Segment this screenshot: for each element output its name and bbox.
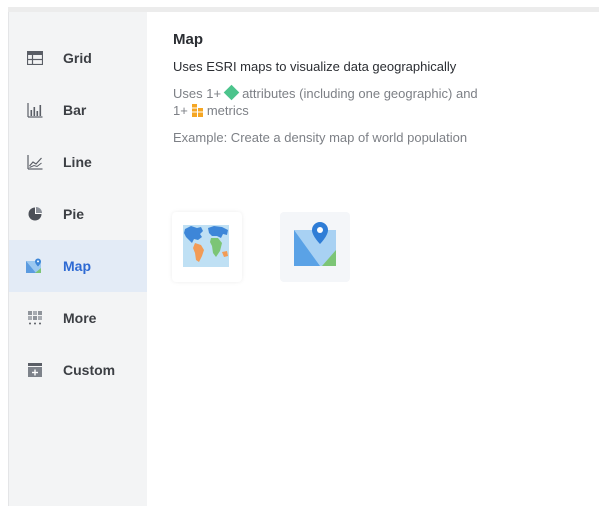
visualization-title: Map	[173, 31, 203, 48]
world-map-icon	[181, 220, 233, 275]
grid-icon	[26, 49, 44, 67]
requirements-metrics: metrics	[206, 103, 249, 118]
more-icon	[26, 309, 44, 327]
metric-icon	[191, 104, 203, 121]
sidebar-item-label: More	[63, 310, 97, 326]
sidebar-item-grid[interactable]: Grid	[9, 32, 147, 84]
sidebar-item-label: Line	[63, 154, 92, 170]
sidebar-item-label: Bar	[63, 102, 87, 118]
sidebar-item-map[interactable]: Map	[9, 240, 147, 292]
sidebar-item-more[interactable]: More	[9, 292, 147, 344]
sidebar-item-bar[interactable]: Bar	[9, 84, 147, 136]
custom-icon	[26, 361, 44, 379]
sidebar-item-pie[interactable]: Pie	[9, 188, 147, 240]
sidebar-item-label: Pie	[63, 206, 85, 222]
visualization-example: Example: Create a density map of world p…	[173, 130, 468, 145]
map-option-world[interactable]	[172, 212, 242, 282]
sidebar-item-label: Grid	[63, 50, 92, 66]
detail-panel: Map Uses ESRI maps to visualize data geo…	[173, 30, 583, 146]
visualization-picker: Grid Bar Line Pie Map More Custom Map Us…	[0, 0, 599, 506]
map-option-pin[interactable]	[280, 212, 350, 282]
sidebar: Grid Bar Line Pie Map More Custom	[8, 12, 147, 506]
map-pin-icon	[290, 220, 340, 275]
visualization-description: Uses ESRI maps to visualize data geograp…	[173, 59, 457, 74]
bar-chart-icon	[26, 101, 44, 119]
sidebar-item-label: Custom	[63, 362, 116, 378]
requirements-attributes: attributes (including one geographic) an…	[242, 86, 478, 101]
requirements-prefix: 1+	[173, 103, 188, 118]
sidebar-item-custom[interactable]: Custom	[9, 344, 147, 396]
sidebar-item-line[interactable]: Line	[9, 136, 147, 188]
requirements-prefix: Uses 1+	[173, 86, 222, 101]
pie-chart-icon	[26, 205, 44, 223]
line-chart-icon	[26, 153, 44, 171]
attribute-icon	[223, 84, 240, 101]
requirements-text: Uses 1+ attributes (including one geograp…	[173, 84, 583, 121]
map-icon	[26, 257, 44, 275]
sidebar-item-label: Map	[63, 258, 91, 274]
